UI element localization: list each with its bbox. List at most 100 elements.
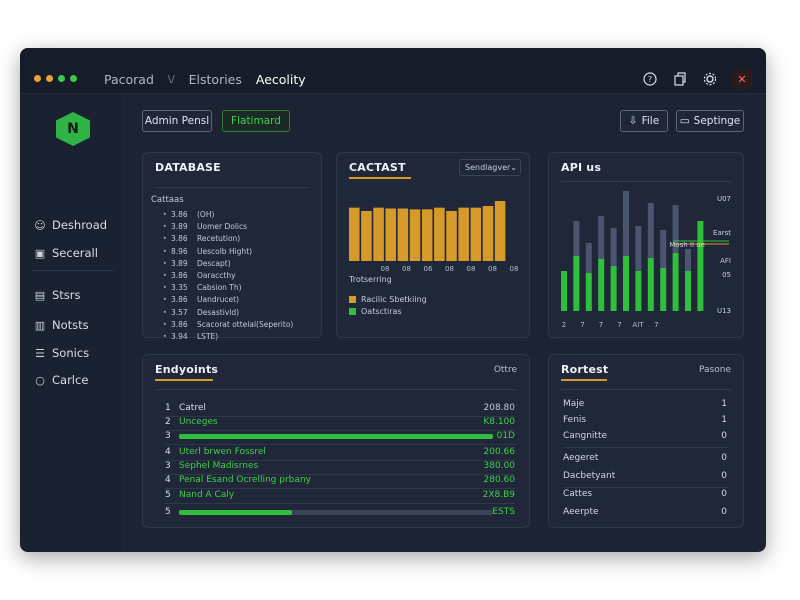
- report-row-name: Aeerpte: [563, 507, 599, 517]
- api-bar-secondary: [635, 226, 642, 271]
- row-value: 2X8.B9: [482, 490, 515, 500]
- database-row-text: Descapt): [197, 258, 231, 268]
- database-list: • 3.86 (OH) • 3.89 Uomer Dolics • 3.86 Recetutio…: [157, 209, 294, 343]
- admin-panel-label: Admin Pensl: [144, 115, 210, 127]
- report-row-name: Dacbetyant: [563, 471, 616, 481]
- table-row[interactable]: 1 Catrel 208.80: [165, 401, 515, 415]
- admin-panel-button[interactable]: Admin Pensl: [142, 110, 212, 132]
- sidebar-item-label: Secerall: [52, 246, 98, 260]
- forecast-bar: [409, 209, 421, 261]
- row-number: 1: [165, 403, 171, 413]
- report-row-value: 0: [721, 489, 727, 499]
- sidebar-item-deshroad[interactable]: ☺ Deshroad: [34, 218, 107, 232]
- report-row-value: 0: [721, 431, 727, 441]
- bullet: •: [162, 258, 167, 268]
- table-row[interactable]: 5 Nand A Caly 2X8.B9: [165, 488, 515, 502]
- database-row-value: 3.89: [171, 222, 188, 232]
- sidebar-item-sonics[interactable]: ☰ Sonics: [34, 346, 89, 360]
- bullet: •: [162, 271, 167, 281]
- database-row: • 3.86 Oaraccthy: [157, 270, 293, 282]
- report-row-name: Cattes: [563, 489, 593, 499]
- close-icon[interactable]: ✕: [732, 69, 752, 89]
- menu-icon: ☰: [35, 346, 45, 360]
- database-row-text: Desastivld): [197, 307, 240, 317]
- window-dot[interactable]: [46, 75, 53, 82]
- sidebar-item-notsts[interactable]: ▥ Notsts: [34, 318, 89, 332]
- database-row-text: Uandrucet): [197, 295, 240, 305]
- sidebar-item-secerall[interactable]: ▣ Secerall: [34, 246, 98, 260]
- window-dot[interactable]: [58, 75, 65, 82]
- report-row[interactable]: Aegeret 0: [563, 453, 727, 463]
- database-panel: DATABASE Cattaas • 3.86 (OH) • 3.89 Uomer Dol…: [142, 152, 322, 341]
- report-row[interactable]: Maje 1: [563, 399, 727, 409]
- row-value: 200.66: [483, 447, 516, 457]
- window-dot[interactable]: [70, 75, 77, 82]
- window-dot[interactable]: [34, 75, 41, 82]
- svg-text:?: ?: [648, 75, 652, 84]
- database-row: • 3.94 LSTE): [157, 331, 293, 343]
- table-row[interactable]: 3 Sephel Madisrnes 380.00: [165, 459, 515, 473]
- table-row[interactable]: 4 Uterl brwen Fossrel 200.66: [165, 445, 515, 459]
- titlebar-icons: ? ✕: [642, 69, 752, 89]
- settings-button[interactable]: ▭ Septinge: [676, 110, 744, 132]
- api-tick-label: 7: [580, 321, 584, 329]
- database-row-value: 3.86: [171, 271, 188, 281]
- row-number: 2: [165, 417, 171, 427]
- database-row: • 3.86 Recetution): [157, 233, 293, 245]
- row-name: Unceges: [179, 417, 218, 427]
- row-divider: [563, 447, 729, 448]
- database-row-value: 3.86: [171, 234, 188, 244]
- report-row[interactable]: Cangnitte 0: [563, 431, 727, 441]
- report-row[interactable]: Aeerpte 0: [563, 507, 727, 517]
- top-nav: Pacorad \/ Elstories Aecolity: [104, 72, 306, 87]
- notes-icon: ▥: [34, 318, 46, 332]
- report-row-name: Cangnitte: [563, 431, 608, 441]
- row-value: 208.80: [483, 403, 516, 413]
- row-number: 5: [165, 507, 171, 517]
- forecast-bar: [373, 207, 384, 261]
- grid-icon: ▣: [34, 246, 46, 260]
- database-row: • 3.86 Uandrucet): [157, 294, 293, 306]
- bullet: •: [162, 295, 167, 305]
- report-filter[interactable]: Pasone: [699, 365, 731, 375]
- sidebar-item-carlce[interactable]: ○ Carlce: [34, 373, 88, 387]
- report-row[interactable]: Cattes 0: [563, 489, 727, 499]
- dashboard-icon: ☺: [34, 218, 46, 232]
- forecast-panel: CACTAST Sendlagver ⌄ 08 08 06 08 08 08 08 Trot…: [336, 152, 530, 338]
- database-row-text: Oaraccthy: [197, 271, 236, 281]
- sidebar: N ☺ Deshroad ▣ Secerall ▤ Stsrs ▥ Notsts…: [20, 94, 124, 552]
- progress-fill: [179, 510, 292, 515]
- database-row: • 3.86 (OH): [157, 209, 293, 221]
- file-icon: ⇩: [628, 115, 638, 127]
- database-row-value: 3.89: [171, 258, 188, 268]
- api-bar-secondary: [598, 216, 605, 259]
- help-icon[interactable]: ?: [642, 71, 658, 87]
- forecast-tick-label: 08: [488, 265, 497, 273]
- nav-item-elstories[interactable]: Elstories: [189, 72, 242, 87]
- forecast-bar: [470, 207, 482, 261]
- nav-item-aecolity[interactable]: Aecolity: [256, 72, 306, 87]
- file-button[interactable]: ⇩ File: [620, 110, 668, 132]
- sidebar-item-label: Carlce: [52, 373, 89, 387]
- api-bar-secondary: [585, 243, 592, 273]
- forecast-bar: [434, 207, 445, 261]
- copy-icon[interactable]: [672, 71, 688, 87]
- bullet: •: [162, 319, 167, 329]
- table-row[interactable]: 2 Unceges K8.100: [165, 415, 515, 429]
- report-row[interactable]: Fenis 1: [563, 415, 727, 425]
- dashboard-button[interactable]: Flatimard: [222, 110, 290, 132]
- report-row[interactable]: Dacbetyant 0: [563, 471, 727, 481]
- endpoints-filter[interactable]: Ottre: [494, 365, 517, 375]
- api-tick-label: 7: [654, 321, 658, 329]
- circle-icon: ○: [35, 373, 45, 387]
- title-bar: Pacorad \/ Elstories Aecolity ? ✕: [20, 48, 766, 94]
- settings-icon[interactable]: [702, 71, 718, 87]
- bullet: •: [162, 283, 167, 293]
- sidebar-item-stsrs[interactable]: ▤ Stsrs: [34, 288, 81, 302]
- database-row-text: Uescolb Hight): [197, 246, 253, 256]
- table-row[interactable]: 4 Penal Esand Ocrelling prbany 280.60: [165, 473, 515, 487]
- api-bar-secondary: [610, 228, 617, 266]
- forecast-bar: [361, 211, 372, 261]
- nav-item-pacorad[interactable]: Pacorad: [104, 72, 154, 87]
- database-row-value: 3.57: [171, 307, 188, 317]
